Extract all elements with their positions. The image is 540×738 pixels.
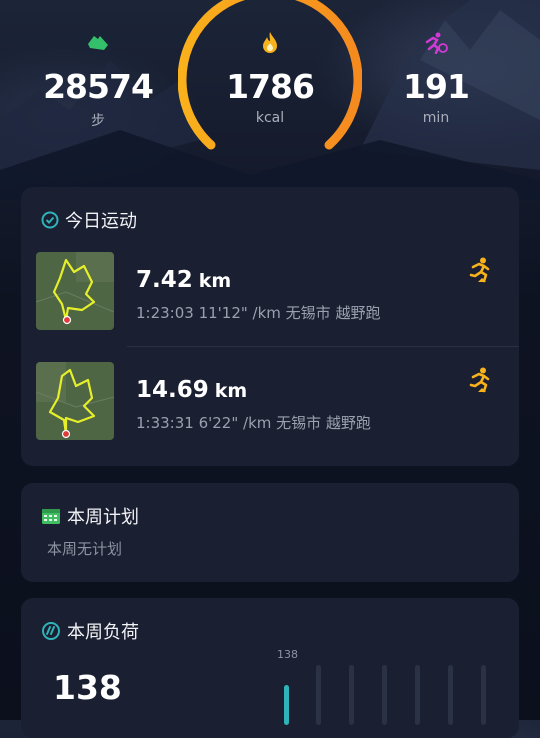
trail-run-icon [469, 367, 491, 397]
activity-distance: 14.69 km [136, 377, 248, 403]
calories-stat: 1786 kcal [200, 30, 340, 126]
steps-value: 28574 [43, 67, 154, 106]
load-bar [448, 665, 453, 725]
today-activities-card[interactable]: 今日运动 7.42km 1:23:03 11'12" /km 无锡市 越野跑 [21, 187, 519, 466]
today-title-text: 今日运动 [65, 211, 137, 232]
trail-run-icon [469, 257, 491, 287]
route-map-thumbnail [36, 362, 114, 440]
load-bar [284, 685, 289, 725]
load-bar [382, 665, 387, 725]
calories-unit: kcal [255, 110, 285, 126]
load-bar [349, 665, 354, 725]
check-circle-icon [41, 211, 59, 229]
load-bar [481, 665, 486, 725]
load-bar-max-label: 138 [277, 648, 298, 661]
plan-subtitle: 本周无计划 [47, 540, 123, 558]
steps-stat: 28574 步 [28, 30, 168, 130]
weekly-plan-card[interactable]: 本周计划 本周无计划 [21, 483, 519, 582]
activity-row[interactable]: 7.42 km 1:23:03 11'12" /km 无锡市 越野跑 [36, 252, 519, 332]
plan-title-text: 本周计划 [67, 507, 139, 528]
gauge-icon [41, 621, 61, 641]
calories-value: 1786 [226, 67, 315, 106]
activity-meta: 1:33:31 6'22" /km 无锡市 越野跑 [136, 414, 371, 432]
steps-unit: 步 [91, 113, 105, 129]
load-title: 本周负荷 [41, 618, 139, 644]
activity-row[interactable]: 14.69 km 1:33:31 6'22" /km 无锡市 越野跑 [36, 362, 519, 442]
flame-icon [200, 30, 340, 56]
activity-distance: 7.42 km [136, 267, 232, 293]
load-title-text: 本周负荷 [67, 622, 139, 643]
load-bar [415, 665, 420, 725]
plan-title: 本周计划 [41, 503, 139, 529]
divider [127, 346, 519, 347]
duration-stat: 191 min [366, 30, 506, 126]
duration-value: 191 [403, 67, 470, 106]
weekly-load-card[interactable]: 本周负荷 138 138 [21, 598, 519, 738]
shoe-icon [28, 30, 168, 56]
today-title: 今日运动 [41, 207, 137, 233]
duration-unit: min [422, 110, 450, 126]
route-map-thumbnail [36, 252, 114, 330]
runner-clock-icon [366, 30, 506, 56]
calendar-icon [41, 507, 61, 525]
load-bar [316, 665, 321, 725]
activity-meta: 1:23:03 11'12" /km 无锡市 越野跑 [136, 304, 381, 322]
load-value: 138 [53, 668, 122, 707]
